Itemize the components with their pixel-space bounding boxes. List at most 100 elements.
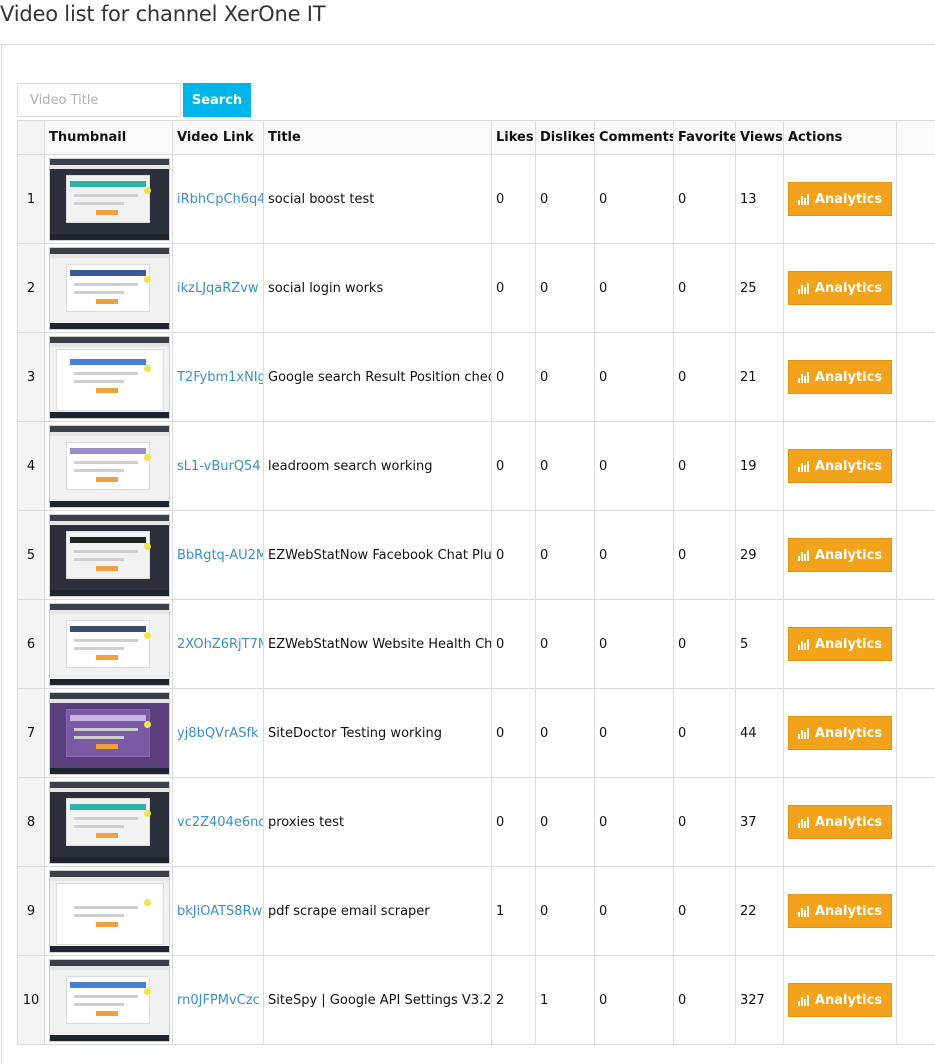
row-filler bbox=[897, 422, 935, 511]
favorite-count: 0 bbox=[674, 689, 736, 778]
favorite-count: 0 bbox=[674, 244, 736, 333]
header-title[interactable]: Title bbox=[264, 121, 492, 155]
bar-chart-icon bbox=[798, 639, 809, 650]
search-button[interactable]: Search bbox=[183, 83, 251, 117]
analytics-button[interactable]: Analytics bbox=[788, 805, 892, 839]
header-dislikes[interactable]: Dislikes bbox=[536, 121, 595, 155]
analytics-button[interactable]: Analytics bbox=[788, 716, 892, 750]
video-link[interactable]: T2Fybm1xNIg bbox=[177, 370, 264, 385]
favorite-count: 0 bbox=[674, 511, 736, 600]
video-link[interactable]: iRbhCpCh6q4 bbox=[177, 192, 264, 207]
likes-count: 0 bbox=[492, 244, 536, 333]
header-comments[interactable]: Comments bbox=[595, 121, 674, 155]
video-thumbnail[interactable] bbox=[49, 692, 170, 775]
analytics-label: Analytics bbox=[815, 904, 882, 919]
views-count: 29 bbox=[736, 511, 784, 600]
row-number: 4 bbox=[18, 422, 45, 511]
comments-count: 0 bbox=[595, 778, 674, 867]
video-link-cell: rn0JFPMvCzc bbox=[173, 956, 264, 1045]
analytics-button[interactable]: Analytics bbox=[788, 538, 892, 572]
header-likes[interactable]: Likes bbox=[492, 121, 536, 155]
favorite-count: 0 bbox=[674, 778, 736, 867]
video-link[interactable]: sL1-vBurQ54 bbox=[177, 459, 261, 474]
row-number: 7 bbox=[18, 689, 45, 778]
video-link[interactable]: bkJiOATS8Rw bbox=[177, 904, 262, 919]
analytics-label: Analytics bbox=[815, 459, 882, 474]
likes-count: 1 bbox=[492, 867, 536, 956]
video-thumbnail[interactable] bbox=[49, 425, 170, 508]
analytics-label: Analytics bbox=[815, 815, 882, 830]
dislikes-count: 0 bbox=[536, 333, 595, 422]
video-link[interactable]: vc2Z404e6no bbox=[177, 815, 264, 830]
row-filler bbox=[897, 244, 935, 333]
video-link[interactable]: 2XOhZ6RjT7M bbox=[177, 637, 264, 652]
row-number: 8 bbox=[18, 778, 45, 867]
bar-chart-icon bbox=[798, 906, 809, 917]
table-row: 5 BbRgtq-AU2M EZWebStatNow Facebook Chat… bbox=[18, 511, 935, 600]
video-thumbnail[interactable] bbox=[49, 336, 170, 419]
video-title: proxies test bbox=[264, 778, 492, 867]
table-header-row: Thumbnail Video Link Title Likes Dislike… bbox=[18, 121, 935, 155]
analytics-label: Analytics bbox=[815, 281, 882, 296]
analytics-button[interactable]: Analytics bbox=[788, 271, 892, 305]
analytics-label: Analytics bbox=[815, 726, 882, 741]
views-count: 22 bbox=[736, 867, 784, 956]
analytics-button[interactable]: Analytics bbox=[788, 360, 892, 394]
analytics-button[interactable]: Analytics bbox=[788, 182, 892, 216]
analytics-button[interactable]: Analytics bbox=[788, 449, 892, 483]
video-link[interactable]: yj8bQVrASfk bbox=[177, 726, 259, 741]
row-filler bbox=[897, 689, 935, 778]
analytics-button[interactable]: Analytics bbox=[788, 983, 892, 1017]
table-row: 4 sL1-vBurQ54 leadroom search working 0 … bbox=[18, 422, 935, 511]
row-number: 10 bbox=[18, 956, 45, 1045]
dislikes-count: 0 bbox=[536, 600, 595, 689]
likes-count: 2 bbox=[492, 956, 536, 1045]
dislikes-count: 0 bbox=[536, 155, 595, 244]
header-index bbox=[18, 121, 45, 155]
video-thumbnail[interactable] bbox=[49, 870, 170, 953]
analytics-label: Analytics bbox=[815, 370, 882, 385]
dislikes-count: 0 bbox=[536, 511, 595, 600]
bar-chart-icon bbox=[798, 372, 809, 383]
header-favorite[interactable]: Favorite bbox=[674, 121, 736, 155]
video-title: EZWebStatNow Facebook Chat Plugin bbox=[264, 511, 492, 600]
video-title: EZWebStatNow Website Health Check bbox=[264, 600, 492, 689]
comments-count: 0 bbox=[595, 422, 674, 511]
video-thumbnail[interactable] bbox=[49, 158, 170, 241]
analytics-button[interactable]: Analytics bbox=[788, 894, 892, 928]
likes-count: 0 bbox=[492, 689, 536, 778]
actions-cell: Analytics bbox=[784, 600, 897, 689]
thumbnail-cell bbox=[45, 867, 173, 956]
video-link[interactable]: BbRgtq-AU2M bbox=[177, 548, 264, 563]
row-number: 2 bbox=[18, 244, 45, 333]
video-link-cell: T2Fybm1xNIg bbox=[173, 333, 264, 422]
analytics-button[interactable]: Analytics bbox=[788, 627, 892, 661]
video-thumbnail[interactable] bbox=[49, 514, 170, 597]
video-thumbnail[interactable] bbox=[49, 781, 170, 864]
video-link-cell: vc2Z404e6no bbox=[173, 778, 264, 867]
comments-count: 0 bbox=[595, 333, 674, 422]
views-count: 21 bbox=[736, 333, 784, 422]
row-filler bbox=[897, 155, 935, 244]
video-link[interactable]: ikzLJqaRZvw bbox=[177, 281, 259, 296]
video-link-cell: iRbhCpCh6q4 bbox=[173, 155, 264, 244]
comments-count: 0 bbox=[595, 511, 674, 600]
bar-chart-icon bbox=[798, 728, 809, 739]
thumbnail-cell bbox=[45, 333, 173, 422]
video-table: Thumbnail Video Link Title Likes Dislike… bbox=[17, 120, 935, 1045]
header-thumbnail[interactable]: Thumbnail bbox=[45, 121, 173, 155]
thumbnail-cell bbox=[45, 155, 173, 244]
video-thumbnail[interactable] bbox=[49, 247, 170, 330]
header-video-link[interactable]: Video Link bbox=[173, 121, 264, 155]
video-title: Google search Result Position check bbox=[264, 333, 492, 422]
thumbnail-cell bbox=[45, 244, 173, 333]
video-link-cell: BbRgtq-AU2M bbox=[173, 511, 264, 600]
video-title-search-input[interactable] bbox=[17, 83, 181, 117]
video-thumbnail[interactable] bbox=[49, 603, 170, 686]
video-thumbnail[interactable] bbox=[49, 959, 170, 1042]
likes-count: 0 bbox=[492, 600, 536, 689]
analytics-label: Analytics bbox=[815, 548, 882, 563]
header-views[interactable]: Views bbox=[736, 121, 784, 155]
dislikes-count: 1 bbox=[536, 956, 595, 1045]
video-link[interactable]: rn0JFPMvCzc bbox=[177, 993, 260, 1008]
